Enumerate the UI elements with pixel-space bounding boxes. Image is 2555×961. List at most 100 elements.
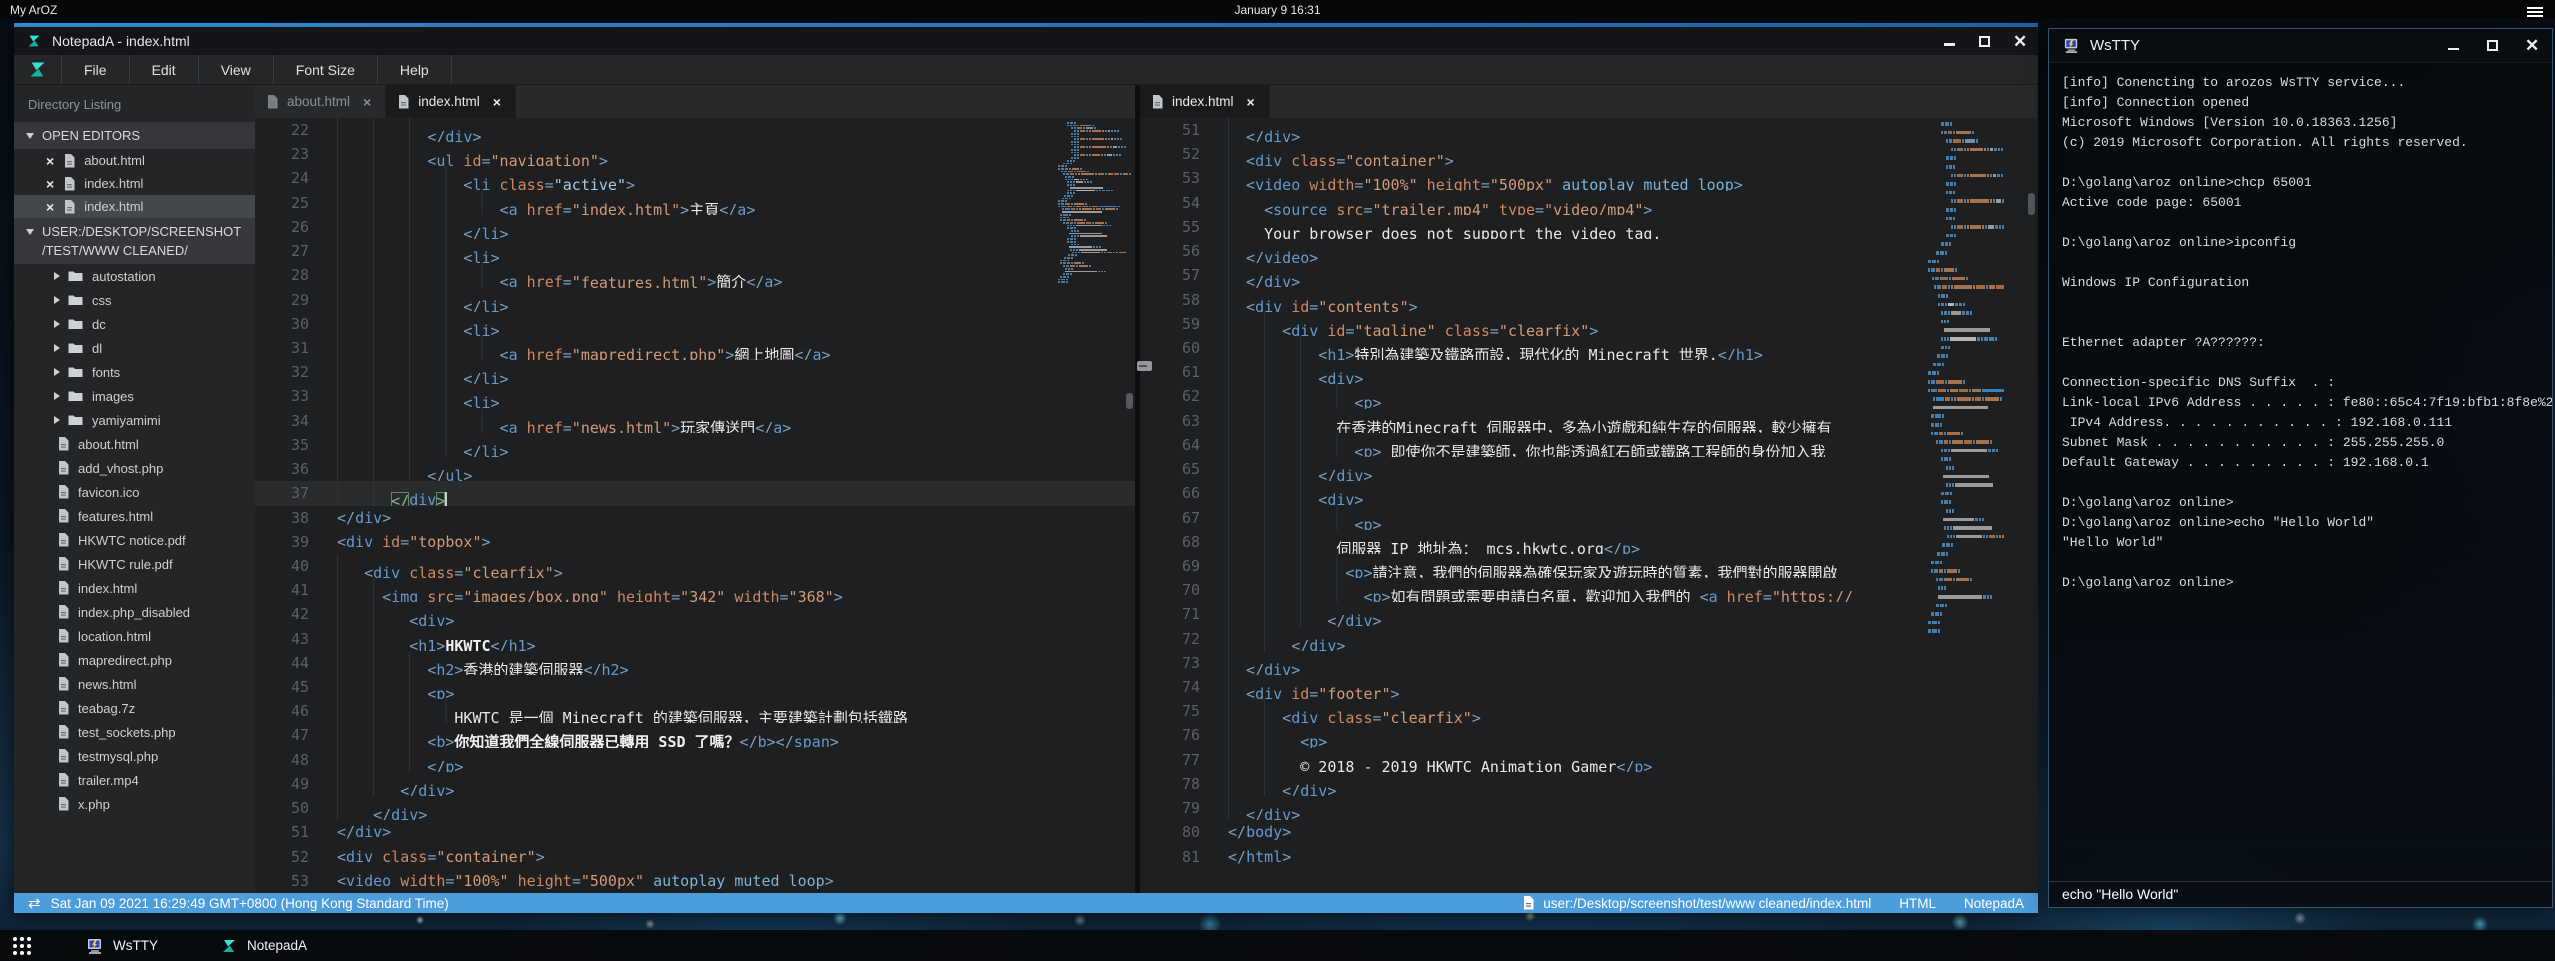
folder-dl[interactable]: dl <box>14 336 255 360</box>
close-button[interactable]: ✕ <box>2013 35 2026 48</box>
code-line-45[interactable]: 45<p> <box>255 675 1135 699</box>
code-line-65[interactable]: 65</div> <box>1140 457 2038 481</box>
code-line-63[interactable]: 63在香港的Minecraft 伺服器中，多為小遊戲和純生存的伺服器，較少擁有 <box>1140 409 2038 433</box>
code-line-62[interactable]: 62<p> <box>1140 384 2038 408</box>
terminal-input[interactable]: echo "Hello World" <box>2049 881 2552 907</box>
code-line-25[interactable]: 25<a href="index.html">主頁</a> <box>255 191 1135 215</box>
minimize-button[interactable] <box>1943 35 1956 48</box>
folder-autostation[interactable]: autostation <box>14 264 255 288</box>
minimap-left[interactable] <box>1058 122 1134 292</box>
code-line-22[interactable]: 22</div> <box>255 118 1135 142</box>
code-line-68[interactable]: 68伺服器 IP 地址為： mcs.hkwtc.org</p> <box>1140 530 2038 554</box>
editor-pane-left[interactable]: about.html × index.html × 22</div>23<ul … <box>255 85 1135 893</box>
code-line-38[interactable]: 38</div> <box>255 506 1135 530</box>
code-line-37[interactable]: 37</div> <box>255 481 1135 505</box>
code-line-61[interactable]: 61<div> <box>1140 360 2038 384</box>
folder-css[interactable]: css <box>14 288 255 312</box>
close-file-icon[interactable]: × <box>46 199 54 215</box>
code-line-74[interactable]: 74<div id="footer"> <box>1140 675 2038 699</box>
code-line-24[interactable]: 24<li class="active"> <box>255 166 1135 190</box>
code-line-31[interactable]: 31<a href="mapredirect.php">網上地圖</a> <box>255 336 1135 360</box>
code-line-53[interactable]: 53<video width="100%" height="500px" aut… <box>255 869 1135 893</box>
code-line-59[interactable]: 59<div id="tagline" class="clearfix"> <box>1140 312 2038 336</box>
open-editors-header[interactable]: OPEN EDITORS <box>14 122 255 149</box>
code-line-75[interactable]: 75<div class="clearfix"> <box>1140 699 2038 723</box>
hamburger-menu-icon[interactable] <box>2527 5 2543 19</box>
code-line-48[interactable]: 48</p> <box>255 748 1135 772</box>
taskbar-item-notepada[interactable]: NotepadA <box>212 930 315 961</box>
code-line-36[interactable]: 36</ul> <box>255 457 1135 481</box>
file-news.html[interactable]: news.html <box>14 672 255 696</box>
file-add_vhost.php[interactable]: add_vhost.php <box>14 456 255 480</box>
code-line-29[interactable]: 29</li> <box>255 288 1135 312</box>
file-favicon.ico[interactable]: favicon.ico <box>14 480 255 504</box>
code-line-49[interactable]: 49</div> <box>255 772 1135 796</box>
tab-index.html[interactable]: index.html × <box>386 85 516 118</box>
code-line-73[interactable]: 73</div> <box>1140 651 2038 675</box>
code-line-54[interactable]: 54<source src="trailer.mp4" type="video/… <box>1140 191 2038 215</box>
file-location.html[interactable]: location.html <box>14 624 255 648</box>
close-file-icon[interactable]: × <box>46 153 54 169</box>
close-file-icon[interactable]: × <box>46 176 54 192</box>
code-line-42[interactable]: 42<div> <box>255 602 1135 626</box>
scrollbar-thumb[interactable] <box>2028 193 2035 215</box>
code-line-27[interactable]: 27<li> <box>255 239 1135 263</box>
code-line-39[interactable]: 39<div id="topbox"> <box>255 530 1135 554</box>
code-line-55[interactable]: 55Your browser does not support the vide… <box>1140 215 2038 239</box>
code-line-77[interactable]: 77© 2018 - 2019 HKWTC Animation Gamer</p… <box>1140 748 2038 772</box>
code-line-76[interactable]: 76<p> <box>1140 723 2038 747</box>
code-line-70[interactable]: 70<p>如有問題或需要申請白名單，歡迎加入我們的 <a href="https… <box>1140 578 2038 602</box>
code-line-50[interactable]: 50</div> <box>255 796 1135 820</box>
open-editor-about.html[interactable]: × about.html <box>14 149 255 172</box>
code-line-52[interactable]: 52<div class="container"> <box>255 845 1135 869</box>
code-line-28[interactable]: 28<a href="features.html">簡介</a> <box>255 263 1135 287</box>
folder-yamiyamimi[interactable]: yamiyamimi <box>14 408 255 432</box>
code-line-30[interactable]: 30<li> <box>255 312 1135 336</box>
file-index.html[interactable]: index.html <box>14 576 255 600</box>
close-tab-icon[interactable]: × <box>363 94 371 110</box>
code-line-52[interactable]: 52<div class="container"> <box>1140 142 2038 166</box>
taskbar-item-wstty[interactable]: WsTTY <box>78 930 166 961</box>
close-tab-icon[interactable]: × <box>1247 94 1255 110</box>
code-line-58[interactable]: 58<div id="contents"> <box>1140 288 2038 312</box>
tab-index.html[interactable]: index.html × <box>1140 85 1270 118</box>
code-line-66[interactable]: 66<div> <box>1140 481 2038 505</box>
code-line-51[interactable]: 51</div> <box>255 820 1135 844</box>
root-folder-header[interactable]: USER:/DESKTOP/SCREENSHOT /TEST/WWW CLEAN… <box>14 218 255 264</box>
maximize-button[interactable] <box>1978 35 1991 48</box>
code-line-46[interactable]: 46HKWTC 是一個 Minecraft 的建築伺服器，主要建築計劃包括鐵路 <box>255 699 1135 723</box>
code-line-34[interactable]: 34<a href="news.html">玩家傳送門</a> <box>255 409 1135 433</box>
code-line-57[interactable]: 57</div> <box>1140 263 2038 287</box>
code-line-60[interactable]: 60<h1>特別為建築及鐵路而設，現代化的 Minecraft 世界.</h1> <box>1140 336 2038 360</box>
code-line-64[interactable]: 64<p> 即使你不是建築師，你也能透過紅石師或鐵路工程師的身份加入我 <box>1140 433 2038 457</box>
file-x.php[interactable]: x.php <box>14 792 255 816</box>
code-editor-right[interactable]: 51</div>52<div class="container">53<vide… <box>1140 118 2038 893</box>
open-editor-index.html[interactable]: × index.html <box>14 195 255 218</box>
code-line-53[interactable]: 53<video width="100%" height="500px" aut… <box>1140 166 2038 190</box>
code-line-67[interactable]: 67<p> <box>1140 506 2038 530</box>
code-line-23[interactable]: 23<ul id="navigation"> <box>255 142 1135 166</box>
open-editor-index.html[interactable]: × index.html <box>14 172 255 195</box>
code-editor-left[interactable]: 22</div>23<ul id="navigation">24<li clas… <box>255 118 1135 893</box>
close-button[interactable]: ✕ <box>2525 39 2538 52</box>
menu-item-edit[interactable]: Edit <box>130 55 199 84</box>
code-line-72[interactable]: 72</div> <box>1140 627 2038 651</box>
file-test_sockets.php[interactable]: test_sockets.php <box>14 720 255 744</box>
sync-icon[interactable]: ⇄ <box>28 894 41 912</box>
menu-item-help[interactable]: Help <box>378 55 452 84</box>
editor-pane-right[interactable]: index.html × 51</div>52<div class="conta… <box>1140 85 2038 893</box>
file-testmysql.php[interactable]: testmysql.php <box>14 744 255 768</box>
code-line-32[interactable]: 32</li> <box>255 360 1135 384</box>
code-line-56[interactable]: 56</video> <box>1140 239 2038 263</box>
minimize-button[interactable] <box>2447 39 2460 52</box>
file-teabag.7z[interactable]: teabag.7z <box>14 696 255 720</box>
file-about.html[interactable]: about.html <box>14 432 255 456</box>
code-line-81[interactable]: 81</html> <box>1140 845 2038 869</box>
app-grid-icon[interactable] <box>12 936 32 956</box>
folder-dc[interactable]: dc <box>14 312 255 336</box>
scrollbar-thumb[interactable] <box>1126 393 1133 409</box>
notepada-titlebar[interactable]: NotepadA - index.html ✕ <box>14 27 2038 55</box>
folder-images[interactable]: images <box>14 384 255 408</box>
code-line-41[interactable]: 41<img src="images/box.png" height="342"… <box>255 578 1135 602</box>
code-line-40[interactable]: 40<div class="clearfix"> <box>255 554 1135 578</box>
